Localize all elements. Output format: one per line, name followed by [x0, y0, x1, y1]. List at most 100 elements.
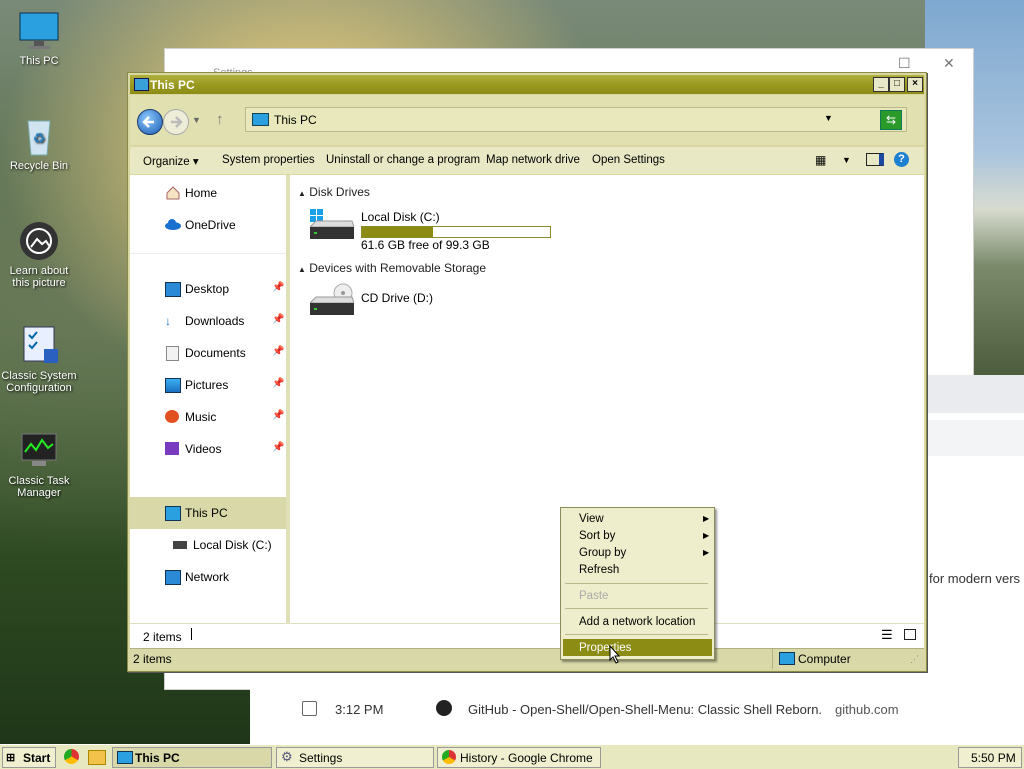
group-header-removable[interactable]: ▲ Devices with Removable Storage: [298, 261, 486, 275]
menu-separator: [565, 583, 708, 584]
history-checkbox[interactable]: [302, 701, 317, 716]
status-divider: [191, 628, 192, 640]
navigation-pane: Home OneDrive Desktop 📌 ↓ Downloads 📌 Do…: [130, 175, 290, 623]
nav-item-videos[interactable]: Videos 📌: [130, 433, 286, 465]
menu-item-group-by[interactable]: Group by ▶: [563, 544, 712, 561]
desktop-icon-this-pc[interactable]: This PC: [0, 10, 78, 67]
nav-item-local-disk[interactable]: Local Disk (C:): [130, 529, 286, 561]
document-icon: [166, 346, 179, 361]
menu-item-add-network-location[interactable]: Add a network location: [563, 613, 712, 630]
nav-item-network[interactable]: Network: [130, 561, 286, 593]
map-network-drive-button[interactable]: Map network drive: [486, 154, 580, 166]
nav-item-music[interactable]: Music 📌: [130, 401, 286, 433]
menu-item-refresh[interactable]: Refresh: [563, 561, 712, 578]
pin-icon[interactable]: 📌: [272, 314, 284, 325]
start-label: Start: [23, 751, 51, 765]
minimize-button[interactable]: _: [873, 77, 889, 92]
taskbar-item-this-pc[interactable]: This PC: [112, 747, 272, 768]
menu-item-view[interactable]: View ▶: [563, 510, 712, 527]
item-count: 2 items: [143, 630, 182, 644]
desktop-folder-icon: [165, 282, 181, 297]
resize-grip[interactable]: ⋰: [910, 654, 919, 665]
nav-item-this-pc[interactable]: This PC: [130, 497, 286, 529]
desktop-icon-task-manager[interactable]: Classic Task Manager: [0, 430, 78, 499]
uninstall-program-button[interactable]: Uninstall or change a program: [326, 154, 480, 166]
cd-drive-icon: [310, 283, 354, 315]
submenu-arrow-icon: ▶: [703, 514, 710, 523]
nav-item-home[interactable]: Home: [130, 177, 286, 209]
drive-c-space: 61.6 GB free of 99.3 GB: [361, 238, 490, 252]
menu-item-properties[interactable]: Properties: [563, 639, 712, 656]
desktop-icon-learn-about-picture[interactable]: Learn about this picture: [0, 220, 78, 289]
gear-icon: ⚙: [281, 749, 293, 764]
chrome-quicklaunch-icon[interactable]: [64, 749, 79, 764]
preview-pane-icon[interactable]: [866, 153, 884, 166]
nav-label: Pictures: [185, 378, 229, 392]
taskbar-item-chrome[interactable]: History - Google Chrome: [437, 747, 601, 768]
clock-time: 5:50 PM: [971, 751, 1016, 765]
start-button[interactable]: ⊞ Start: [2, 747, 56, 768]
drive-c[interactable]: Local Disk (C:) 61.6 GB free of 99.3 GB: [310, 205, 551, 252]
pin-icon[interactable]: 📌: [272, 378, 284, 389]
pin-icon[interactable]: 📌: [272, 346, 284, 357]
open-settings-button[interactable]: Open Settings: [592, 154, 665, 166]
group-header-disk-drives[interactable]: ▲ Disk Drives: [298, 185, 370, 199]
large-icons-view-icon[interactable]: [904, 629, 916, 640]
taskbar-item-label: History - Google Chrome: [460, 751, 593, 765]
pin-icon[interactable]: 📌: [272, 410, 284, 421]
nav-item-onedrive[interactable]: OneDrive: [130, 209, 286, 241]
desktop-icon-recycle-bin[interactable]: ♻ Recycle Bin: [0, 115, 78, 172]
maximize-button[interactable]: □: [889, 77, 905, 92]
drive-d-name: CD Drive (D:): [361, 291, 433, 305]
collapse-icon[interactable]: ▲: [298, 189, 306, 198]
close-button[interactable]: ×: [907, 77, 923, 92]
recycle-bin-icon: ♻: [18, 115, 60, 157]
nav-label: Documents: [185, 346, 246, 360]
system-properties-button[interactable]: System properties: [222, 154, 315, 166]
close-icon[interactable]: ✕: [943, 55, 955, 72]
view-dropdown-arrow[interactable]: ▼: [842, 155, 851, 165]
help-icon[interactable]: ?: [894, 152, 909, 167]
taskbar-item-label: Settings: [299, 751, 343, 765]
this-pc-icon: [252, 113, 269, 126]
organize-menu[interactable]: Organize ▾: [143, 154, 199, 168]
pin-icon[interactable]: 📌: [272, 282, 284, 293]
pin-icon[interactable]: 📌: [272, 442, 284, 453]
change-view-icon[interactable]: ▦: [815, 153, 826, 167]
history-title[interactable]: GitHub - Open-Shell/Open-Shell-Menu: Cla…: [468, 702, 822, 717]
forward-button[interactable]: [163, 109, 189, 135]
download-arrow-icon: ↓: [165, 314, 171, 328]
explorer-quicklaunch-icon[interactable]: [88, 750, 106, 765]
mouse-cursor-icon: [609, 645, 621, 664]
details-view-icon[interactable]: ☰: [881, 627, 893, 643]
drive-c-usage-fill: [362, 227, 434, 237]
collapse-icon[interactable]: ▲: [298, 265, 306, 274]
drive-d[interactable]: CD Drive (D:): [310, 281, 510, 321]
this-pc-icon: [117, 751, 133, 764]
title-bar[interactable]: This PC _ □ ×: [130, 75, 924, 94]
nav-item-documents[interactable]: Documents 📌: [130, 337, 286, 369]
back-button[interactable]: [137, 109, 163, 135]
home-icon: [165, 186, 180, 200]
videos-icon: [165, 442, 179, 455]
context-menu: View ▶ Sort by ▶ Group by ▶ Refresh Paste A…: [560, 507, 715, 660]
address-dropdown-arrow[interactable]: ▼: [824, 113, 833, 123]
nav-label: Desktop: [185, 282, 230, 296]
refresh-button[interactable]: ⇆: [880, 110, 902, 130]
partial-text: for modern vers: [929, 571, 1021, 586]
explorer-window: This PC _ □ × ▼ ↑ This PC ▼ ⇆ Organize ▾…: [127, 72, 927, 672]
nav-item-pictures[interactable]: Pictures 📌: [130, 369, 286, 401]
clock[interactable]: 5:50 PM: [958, 747, 1022, 768]
taskbar-item-settings[interactable]: ⚙ Settings: [276, 747, 434, 768]
maximize-icon[interactable]: ☐: [898, 55, 911, 72]
nav-label: Videos: [185, 442, 222, 456]
menu-item-sort-by[interactable]: Sort by ▶: [563, 527, 712, 544]
group-label: Devices with Removable Storage: [309, 261, 487, 275]
desktop-icon-system-config[interactable]: Classic System Configuration: [0, 325, 78, 394]
recent-locations-dropdown[interactable]: ▼: [192, 115, 201, 125]
up-arrow-icon[interactable]: ↑: [216, 111, 224, 128]
address-bar[interactable]: This PC ▼: [245, 107, 907, 132]
history-row[interactable]: 3:12 PM GitHub - Open-Shell/Open-Shell-M…: [270, 698, 1010, 724]
nav-item-desktop[interactable]: Desktop 📌: [130, 273, 286, 305]
nav-item-downloads[interactable]: ↓ Downloads 📌: [130, 305, 286, 337]
